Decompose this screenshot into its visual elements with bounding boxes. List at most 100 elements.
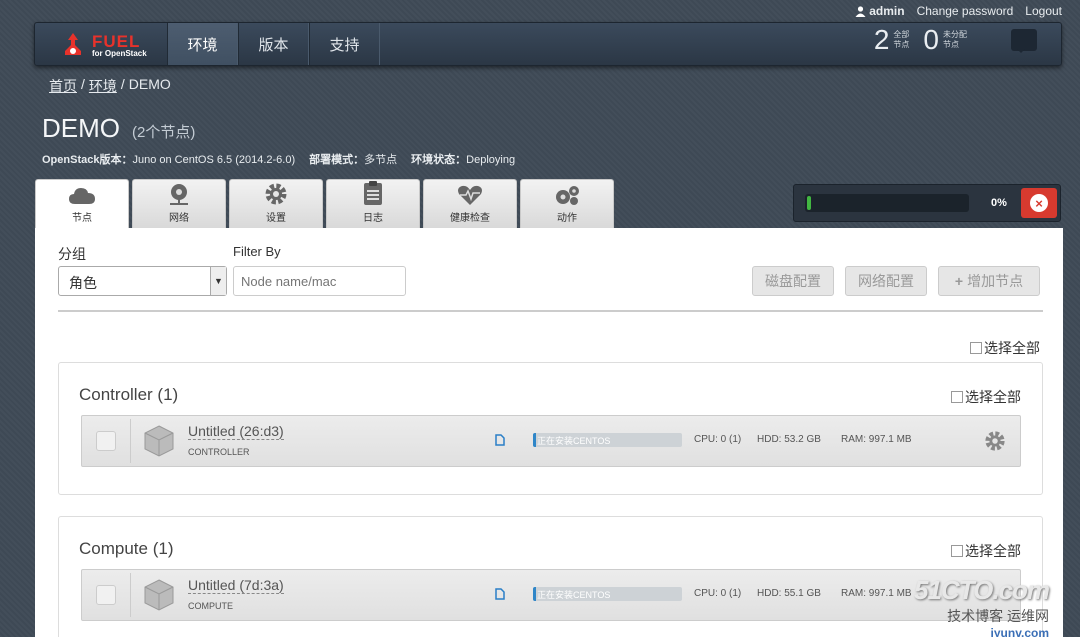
group-select-all-checkbox[interactable] bbox=[951, 391, 963, 403]
group-select-all-label: 选择全部 bbox=[965, 543, 1021, 559]
group-by-value: 角色 bbox=[69, 275, 97, 291]
group-select-all[interactable]: 选择全部 bbox=[951, 541, 1021, 561]
notifications-icon[interactable] bbox=[1011, 29, 1037, 53]
nav-tab-releases[interactable]: 版本 bbox=[238, 23, 309, 65]
cloud-icon bbox=[69, 188, 95, 204]
tab-label: 节点 bbox=[72, 213, 92, 224]
tab-network[interactable]: 网络 bbox=[132, 179, 226, 228]
select-all-nodes[interactable]: 选择全部 bbox=[970, 338, 1040, 358]
node-group-compute: Compute (1) 选择全部 Untitled (7d:3a) COMPUT… bbox=[58, 516, 1043, 637]
tab-nodes[interactable]: 节点 bbox=[35, 179, 129, 228]
divider bbox=[130, 419, 131, 463]
tab-label: 健康检查 bbox=[450, 213, 490, 224]
tab-health-check[interactable]: 健康检查 bbox=[423, 179, 517, 228]
breadcrumb-current: DEMO bbox=[128, 76, 171, 92]
breadcrumb-home[interactable]: 首页 bbox=[49, 76, 77, 96]
divider bbox=[130, 573, 131, 617]
node-status: 正在安装CENTOS bbox=[537, 436, 611, 446]
group-title: Controller (1) bbox=[79, 385, 179, 404]
node-install-progress: 正在安装CENTOS bbox=[533, 433, 682, 447]
breadcrumb-sep: / bbox=[120, 76, 125, 92]
node-hdd: HDD: 55.1 GB bbox=[757, 588, 821, 599]
close-icon: × bbox=[1030, 194, 1048, 212]
node-ram: RAM: 997.1 MB bbox=[841, 434, 912, 445]
node-cpu: CPU: 0 (1) bbox=[694, 588, 742, 599]
node-checkbox[interactable] bbox=[96, 431, 116, 451]
node-hdd: HDD: 53.2 GB bbox=[757, 434, 821, 445]
env-tabs: 节点 网络 设置 日志 健康检查 动作 bbox=[35, 179, 614, 228]
plus-icon: + bbox=[954, 273, 964, 289]
node-row[interactable]: Untitled (7d:3a) COMPUTE 正在安装CENTOS CPU:… bbox=[81, 569, 1021, 621]
deployment-progress-fill bbox=[807, 196, 811, 210]
network-config-button[interactable]: 网络配置 bbox=[845, 266, 927, 296]
log-file-icon[interactable] bbox=[495, 434, 505, 446]
tab-settings[interactable]: 设置 bbox=[229, 179, 323, 228]
tab-actions[interactable]: 动作 bbox=[520, 179, 614, 228]
select-all-checkbox[interactable] bbox=[970, 342, 982, 354]
total-nodes-label-2: 节点 bbox=[893, 40, 910, 49]
log-file-icon[interactable] bbox=[495, 588, 505, 600]
node-name[interactable]: Untitled (7d:3a) bbox=[188, 577, 284, 594]
gears-icon bbox=[556, 186, 579, 205]
breadcrumb: 首页 / 环境 / DEMO bbox=[49, 76, 171, 96]
total-nodes-stat[interactable]: 2 全部 节点 bbox=[874, 26, 910, 54]
disk-config-button[interactable]: 磁盘配置 bbox=[752, 266, 834, 296]
node-progress-fill bbox=[533, 587, 536, 601]
unallocated-label-2: 节点 bbox=[943, 40, 959, 49]
server-box-icon bbox=[144, 425, 174, 457]
fuel-logo-icon bbox=[65, 33, 81, 55]
add-nodes-button[interactable]: + 增加节点 bbox=[938, 266, 1040, 296]
node-settings-gear-icon[interactable] bbox=[984, 430, 1006, 452]
network-icon bbox=[170, 184, 188, 205]
divider bbox=[58, 310, 1043, 312]
nav-tab-environments[interactable]: 环境 bbox=[167, 23, 238, 65]
logo-main-text: FUEL bbox=[92, 31, 141, 51]
node-cpu: CPU: 0 (1) bbox=[694, 434, 742, 445]
stop-deployment-button[interactable]: × bbox=[1021, 188, 1057, 218]
user-icon bbox=[855, 5, 866, 17]
tab-label: 设置 bbox=[266, 213, 286, 224]
node-role: COMPUTE bbox=[188, 601, 233, 611]
deployment-progress-bar bbox=[805, 194, 969, 212]
page-title: DEMO (2个节点) bbox=[42, 113, 195, 144]
node-ram: RAM: 997.1 MB bbox=[841, 588, 912, 599]
group-select-all-checkbox[interactable] bbox=[951, 545, 963, 557]
node-name[interactable]: Untitled (26:d3) bbox=[188, 423, 284, 440]
fuel-logo[interactable]: FUEL for OpenStack bbox=[59, 28, 159, 62]
watermark: 51CTO.com 技术博客 运维网 iyunv.com bbox=[914, 575, 1050, 637]
unallocated-nodes-stat[interactable]: 0 未分配 节点 bbox=[923, 26, 967, 54]
breadcrumb-environments[interactable]: 环境 bbox=[89, 76, 117, 96]
unallocated-label-1: 未分配 bbox=[943, 30, 967, 40]
env-name: DEMO bbox=[42, 113, 120, 143]
env-status-label: 环境状态： bbox=[411, 154, 467, 166]
deploy-mode-label: 部署模式： bbox=[309, 154, 365, 166]
group-select-all[interactable]: 选择全部 bbox=[951, 387, 1021, 407]
filter-by-label: Filter By bbox=[233, 244, 281, 259]
nav-tab-support[interactable]: 支持 bbox=[309, 23, 380, 65]
unallocated-nodes-count: 0 bbox=[923, 24, 939, 55]
env-status-value: Deploying bbox=[466, 154, 516, 166]
watermark-url: iyunv.com bbox=[990, 626, 1049, 637]
openstack-version-label: OpenStack版本： bbox=[42, 154, 133, 166]
select-all-label: 选择全部 bbox=[984, 340, 1040, 356]
change-password-link[interactable]: Change password bbox=[917, 4, 1014, 18]
node-checkbox[interactable] bbox=[96, 585, 116, 605]
clipboard-icon bbox=[364, 181, 382, 205]
chevron-down-icon: ▼ bbox=[210, 267, 226, 295]
node-progress-fill bbox=[533, 433, 536, 447]
group-by-select[interactable]: 角色 ▼ bbox=[58, 266, 227, 296]
group-title: Compute (1) bbox=[79, 539, 174, 558]
logo-sub-text: for OpenStack bbox=[92, 48, 147, 58]
node-row[interactable]: Untitled (26:d3) CONTROLLER 正在安装CENTOS C… bbox=[81, 415, 1021, 467]
deploy-mode-value: 多节点 bbox=[364, 154, 398, 166]
env-node-count: (2个节点) bbox=[132, 124, 196, 141]
user-menu[interactable]: admin bbox=[855, 4, 905, 18]
username: admin bbox=[869, 4, 905, 18]
filter-input[interactable] bbox=[233, 266, 406, 296]
tab-logs[interactable]: 日志 bbox=[326, 179, 420, 228]
logout-link[interactable]: Logout bbox=[1025, 4, 1062, 18]
group-by-label: 分组 bbox=[58, 246, 86, 262]
total-nodes-label-1: 全部 bbox=[893, 30, 910, 40]
node-group-controller: Controller (1) 选择全部 Untitled (26:d3) CON… bbox=[58, 362, 1043, 495]
deployment-percent: 0% bbox=[991, 197, 1007, 209]
